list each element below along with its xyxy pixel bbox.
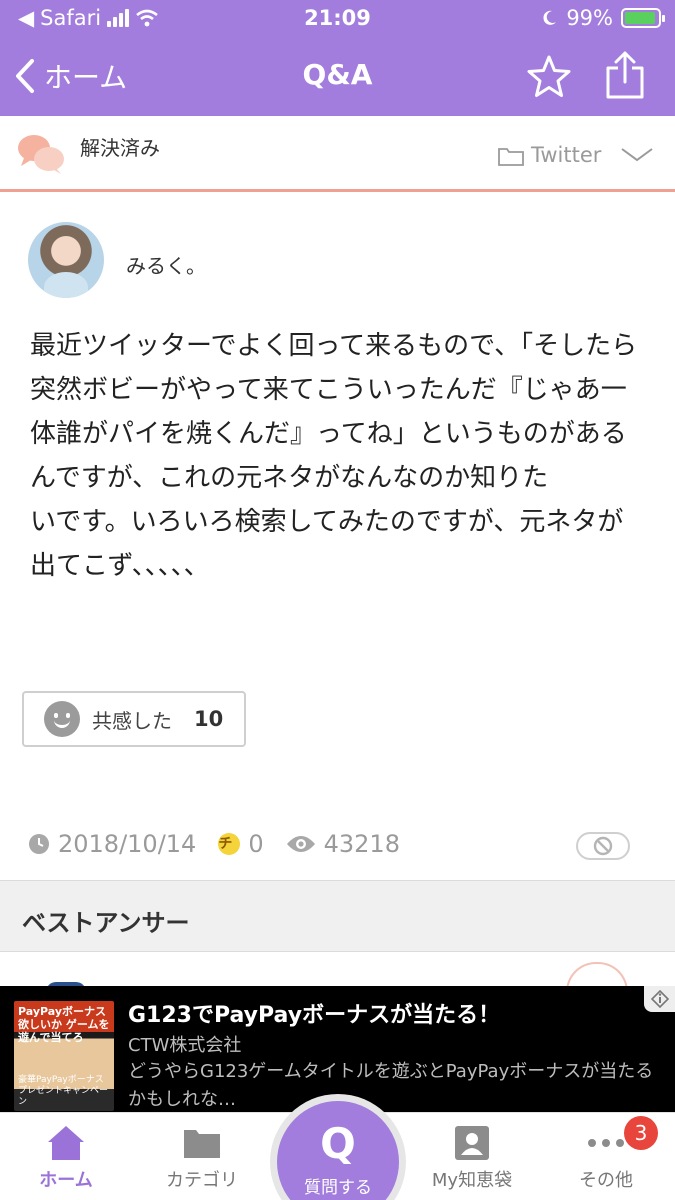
folder-icon (498, 148, 524, 166)
chat-bubbles-icon (18, 135, 64, 174)
empathy-count: 10 (194, 707, 224, 731)
resolved-label: 解決済み (80, 136, 160, 160)
coin-count: 0 (248, 830, 264, 858)
ad-image-headline: PayPayボーナス欲しいか ゲームを遊んで当てろ (18, 1005, 110, 1044)
tab-category[interactable]: カテゴリ (147, 1120, 257, 1192)
profile-card-icon (455, 1126, 489, 1160)
best-answer-heading: ベストアンサー (22, 909, 190, 937)
tab-more-label: その他 (579, 1170, 633, 1191)
tab-home-label: ホーム (39, 1170, 93, 1191)
clock-icon (29, 834, 49, 854)
view-count: 43218 (323, 830, 400, 858)
ad-image[interactable]: PayPayボーナス欲しいか ゲームを遊んで当てろ 豪華PayPayボーナス プ… (14, 1001, 114, 1111)
moon-icon (543, 10, 557, 25)
battery-icon (621, 8, 665, 28)
question-body: 最近ツイッターでよく回って来るもので、「そしたら突然ボビーがやって来てこういった… (30, 331, 638, 581)
ad-company: CTW株式会社 (128, 1035, 242, 1056)
ad-description: どうやらG123ゲームタイトルを遊ぶとPayPayボーナスが当たるかもしれな… (128, 1061, 654, 1110)
page-title: Q&A (302, 58, 373, 91)
notification-badge: 3 (624, 1116, 658, 1150)
question-stats: 2018/10/14 チ 0 43218 (28, 830, 400, 858)
ask-q-icon: Q (320, 1119, 356, 1168)
tab-home[interactable]: ホーム (11, 1120, 121, 1192)
ad-title[interactable]: G123でPayPayボーナスが当たる！ (128, 997, 500, 1029)
folder-icon (184, 1130, 220, 1158)
star-icon[interactable] (526, 54, 572, 100)
tab-my-label: My知恵袋 (431, 1170, 513, 1191)
ad-info-button[interactable] (644, 986, 675, 1012)
empathy-button[interactable]: 共感した 10 (22, 691, 246, 747)
ask-label: 質問する (304, 1178, 372, 1198)
avatar[interactable] (28, 222, 104, 298)
smile-icon (44, 701, 80, 737)
username[interactable]: みるく。 (126, 250, 206, 279)
home-icon (48, 1126, 84, 1160)
empathy-label: 共感した (92, 708, 172, 733)
post-date: 2018/10/14 (58, 830, 197, 858)
share-icon[interactable] (604, 50, 646, 100)
chie-coin-icon: チ (218, 833, 241, 855)
report-button[interactable] (576, 832, 630, 860)
status-bar: ◀ Safari 21:09 99% (0, 6, 675, 32)
category-link[interactable]: Twitter (531, 143, 601, 167)
more-dots-icon (588, 1139, 624, 1147)
prohibited-icon (593, 836, 613, 856)
header: ◀ Safari 21:09 99% ホーム Q&A (0, 0, 675, 116)
ad-choices-icon (650, 989, 669, 1009)
tab-category-label: カテゴリ (166, 1170, 238, 1191)
battery-percent: 99% (566, 6, 613, 30)
chevron-down-icon[interactable] (620, 146, 654, 164)
eye-icon (286, 836, 315, 852)
ad-image-caption: 豪華PayPayボーナス プレゼントキャンペーン (18, 1075, 109, 1107)
tab-my-chiebukuro[interactable]: My知恵袋 (417, 1120, 527, 1192)
